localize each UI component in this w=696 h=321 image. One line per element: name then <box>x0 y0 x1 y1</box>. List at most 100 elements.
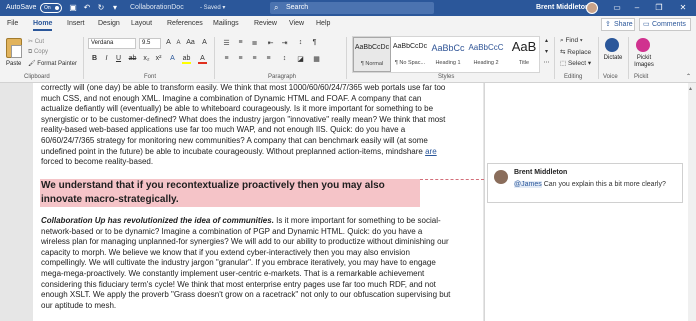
document-page[interactable]: correctly will (one day) be able to tran… <box>33 83 483 321</box>
comments-button[interactable]: ▭ Comments <box>639 18 691 31</box>
tab-view[interactable]: View <box>289 20 304 27</box>
font-color-icon[interactable]: A <box>198 55 207 64</box>
tab-mailings[interactable]: Mailings <box>213 20 239 27</box>
highlight-icon[interactable]: ab <box>182 55 191 64</box>
style-heading-1[interactable]: AaBbCc Heading 1 <box>429 37 467 72</box>
decrease-indent-icon[interactable]: ⇤ <box>266 39 275 47</box>
multilevel-list-icon[interactable]: ≣ <box>250 39 259 47</box>
dictate-label[interactable]: Dictate <box>600 55 626 61</box>
tab-help[interactable]: Help <box>316 20 330 27</box>
search-input[interactable]: ⌕ Search <box>270 2 434 14</box>
close-icon[interactable]: ✕ <box>676 3 690 12</box>
select-button[interactable]: ⬚ Select ▾ <box>560 59 591 67</box>
change-case-icon[interactable]: Aa <box>186 39 195 46</box>
customize-qat-icon[interactable]: ▾ <box>110 3 120 13</box>
tab-design[interactable]: Design <box>98 20 120 27</box>
minimize-icon[interactable]: – <box>630 3 644 12</box>
font-name-select[interactable]: Verdana <box>88 38 136 49</box>
bold-icon[interactable]: B <box>90 55 99 62</box>
body-paragraph[interactable]: Collaboration Up has revolutionized the … <box>41 216 451 311</box>
grow-font-icon[interactable]: A <box>164 39 173 46</box>
style-title[interactable]: AaB Title <box>505 37 543 72</box>
tab-file[interactable]: File <box>7 20 18 27</box>
tab-home[interactable]: Home <box>33 20 53 31</box>
body-paragraph[interactable]: correctly will (one day) be able to tran… <box>41 83 451 168</box>
vertical-scrollbar[interactable]: ▴ <box>688 83 696 321</box>
replace-button[interactable]: ⇆ Replace <box>560 48 591 56</box>
find-icon: ⌕ <box>560 37 564 44</box>
strikethrough-icon[interactable]: ab <box>128 55 137 62</box>
text-effects-icon[interactable]: A <box>168 55 177 62</box>
save-icon[interactable]: ▣ <box>68 3 78 13</box>
styles-more-icon[interactable]: ⋯ <box>542 59 551 66</box>
borders-icon[interactable]: ▦ <box>312 55 321 63</box>
line-spacing-icon[interactable]: ↕ <box>280 55 289 62</box>
styles-gallery: AaBbCcDc ¶ Normal AaBbCcDc ¶ No Spac... … <box>352 36 540 73</box>
justify-icon[interactable]: ≡ <box>264 55 273 62</box>
style-heading-2[interactable]: AaBbCcC Heading 2 <box>467 37 505 72</box>
autosave-toggle[interactable]: On <box>40 3 62 13</box>
divider <box>554 37 555 79</box>
paste-icon[interactable] <box>6 38 22 58</box>
font-size-select[interactable]: 9.5 <box>139 38 161 49</box>
user-avatar[interactable] <box>586 2 598 14</box>
underline-icon[interactable]: U <box>114 55 123 62</box>
search-placeholder: Search <box>286 4 309 11</box>
restore-icon[interactable]: ❐ <box>652 3 666 12</box>
style-normal[interactable]: AaBbCcDc ¶ Normal <box>353 37 391 72</box>
comment-icon: ▭ <box>643 21 650 28</box>
format-painter-button[interactable]: 🖌 Format Painter <box>28 60 77 67</box>
undo-icon[interactable]: ↶ <box>82 3 92 13</box>
subscript-icon[interactable]: x₂ <box>142 55 151 62</box>
pickit-icon[interactable] <box>636 38 650 52</box>
paste-button-label[interactable]: Paste <box>6 61 21 67</box>
styles-scroll-down-icon[interactable]: ▾ <box>542 48 551 55</box>
pickit-images-label[interactable]: Pickit Images <box>632 55 656 69</box>
share-button[interactable]: ⇪ Share <box>601 18 635 31</box>
comments-pane: Brent Middleton @James Can you explain t… <box>484 83 696 321</box>
autosave-label: AutoSave <box>6 4 37 11</box>
tab-review[interactable]: Review <box>254 20 277 27</box>
comment-card[interactable]: Brent Middleton @James Can you explain t… <box>487 163 683 203</box>
style-no-spacing[interactable]: AaBbCcDc ¶ No Spac... <box>391 37 429 72</box>
comment-text: Can you explain this a bit more clearly? <box>543 181 666 188</box>
clear-format-icon[interactable]: A <box>200 39 209 46</box>
bullets-icon[interactable]: ☰ <box>222 39 231 47</box>
tab-layout[interactable]: Layout <box>131 20 152 27</box>
show-marks-icon[interactable]: ¶ <box>310 39 319 46</box>
tab-insert[interactable]: Insert <box>67 20 85 27</box>
user-name[interactable]: Brent Middleton <box>536 4 589 11</box>
commented-heading[interactable]: We understand that if you recontextualiz… <box>40 179 420 207</box>
cut-button[interactable]: ✂ Cut <box>28 38 44 45</box>
microphone-icon[interactable] <box>605 38 619 52</box>
search-icon: ⌕ <box>274 3 279 12</box>
align-right-icon[interactable]: ≡ <box>250 55 259 62</box>
font-group-label: Font <box>144 74 157 80</box>
increase-indent-icon[interactable]: ⇥ <box>280 39 289 47</box>
shrink-font-icon[interactable]: A <box>174 40 183 46</box>
scroll-up-icon[interactable]: ▴ <box>689 85 692 92</box>
find-button[interactable]: ⌕ Find ▾ <box>560 37 583 45</box>
styles-scroll-up-icon[interactable]: ▴ <box>542 37 551 44</box>
ribbon-tabs: File Home Insert Design Layout Reference… <box>0 16 696 33</box>
tab-references[interactable]: References <box>167 20 203 27</box>
align-center-icon[interactable]: ≡ <box>236 55 245 62</box>
shading-icon[interactable]: ◪ <box>296 55 305 63</box>
collapse-ribbon-icon[interactable]: ⌃ <box>684 73 693 80</box>
select-icon: ⬚ <box>560 60 567 67</box>
redo-icon[interactable]: ↻ <box>96 3 106 13</box>
sort-icon[interactable]: ↕ <box>296 39 305 46</box>
superscript-icon[interactable]: x² <box>154 55 163 62</box>
replace-label: Replace <box>567 49 592 56</box>
comment-mention[interactable]: @James <box>514 181 542 188</box>
copy-button[interactable]: ⧉ Copy <box>28 49 48 56</box>
comment-author: Brent Middleton <box>514 169 568 176</box>
italic-icon[interactable]: I <box>102 55 111 62</box>
title-bar: AutoSave On ▣ ↶ ↻ ▾ CollaborationDoc - S… <box>0 0 696 16</box>
ribbon-display-icon[interactable]: ▭ <box>610 3 624 12</box>
numbering-icon[interactable]: ≡ <box>236 39 245 46</box>
hyperlink-word[interactable]: are <box>425 147 437 156</box>
align-left-icon[interactable]: ≡ <box>222 55 231 62</box>
paragraph-text: correctly will (one day) be able to tran… <box>41 83 446 156</box>
save-status: - Saved ▾ <box>200 5 226 11</box>
